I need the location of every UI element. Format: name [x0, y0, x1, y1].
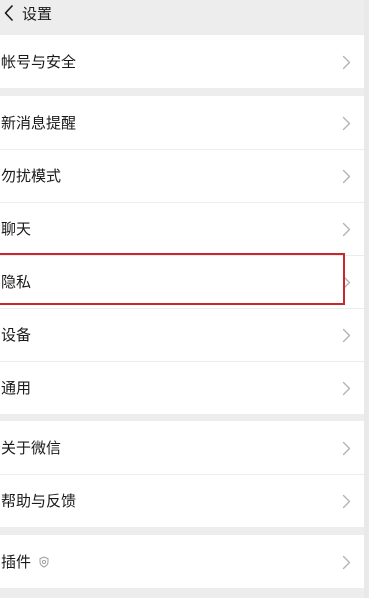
settings-item-label: 帐号与安全 [1, 53, 77, 71]
chevron-right-icon [342, 55, 351, 69]
chevron-right-icon [342, 275, 351, 289]
settings-item-plugins[interactable]: 插件 [0, 535, 364, 588]
chevron-right-icon [342, 169, 351, 183]
settings-item-devices[interactable]: 设备 [0, 308, 364, 361]
chevron-right-icon [342, 441, 351, 455]
chevron-right-icon [342, 381, 351, 395]
settings-item-label: 隐私 [1, 273, 32, 291]
settings-item-privacy[interactable]: 隐私 [0, 255, 364, 308]
settings-item-about-wechat[interactable]: 关于微信 [0, 421, 364, 474]
scroll-edge [364, 0, 369, 598]
nav-bar: 设置 [0, 0, 369, 26]
settings-item-new-message-alerts[interactable]: 新消息提醒 [0, 96, 364, 149]
settings-item-label: 设备 [1, 326, 32, 344]
settings-item-label: 新消息提醒 [1, 114, 77, 132]
settings-item-help-feedback[interactable]: 帮助与反馈 [0, 474, 364, 527]
settings-group-general: 新消息提醒 勿扰模式 聊天 隐私 设备 通用 [0, 96, 364, 414]
chevron-right-icon [342, 328, 351, 342]
settings-item-label: 插件 [1, 553, 32, 571]
chevron-right-icon [342, 116, 351, 130]
plugin-shield-icon [39, 555, 49, 568]
settings-item-label: 帮助与反馈 [1, 492, 77, 510]
chevron-right-icon [342, 494, 351, 508]
settings-item-do-not-disturb[interactable]: 勿扰模式 [0, 149, 364, 202]
settings-item-label: 通用 [1, 379, 32, 397]
settings-group-account: 帐号与安全 [0, 35, 364, 88]
settings-group-about: 关于微信 帮助与反馈 [0, 421, 364, 527]
page-title: 设置 [22, 4, 53, 23]
settings-item-chat[interactable]: 聊天 [0, 202, 364, 255]
settings-item-account-security[interactable]: 帐号与安全 [0, 35, 364, 88]
chevron-right-icon [342, 555, 351, 569]
back-chevron-icon[interactable] [0, 2, 18, 24]
chevron-right-icon [342, 222, 351, 236]
settings-item-label: 关于微信 [1, 439, 62, 457]
settings-item-general[interactable]: 通用 [0, 361, 364, 414]
settings-item-label: 勿扰模式 [1, 167, 62, 185]
settings-group-plugins: 插件 [0, 535, 364, 588]
settings-item-label: 聊天 [1, 220, 32, 238]
